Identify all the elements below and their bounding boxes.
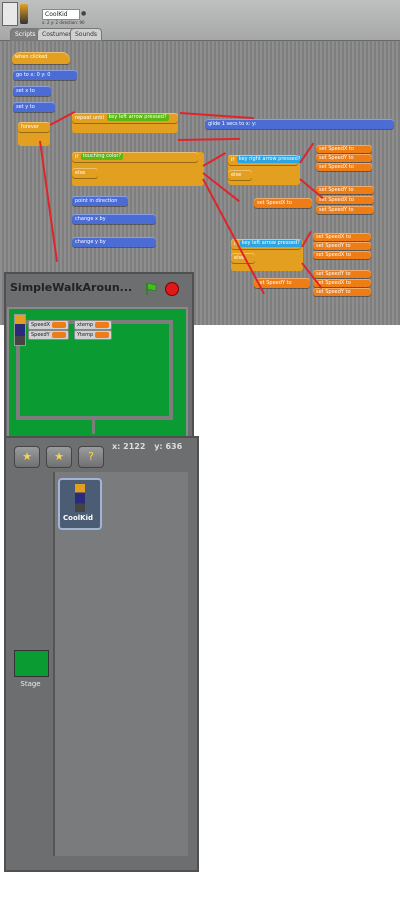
block-label: when clicked <box>15 54 48 60</box>
block-label: set SpeedY to <box>316 289 351 295</box>
else-label-2: else <box>228 170 252 180</box>
y-value: 636 <box>165 442 183 451</box>
set-variable-block-a[interactable]: set SpeedX to <box>254 198 312 208</box>
set-variable-block-9[interactable]: set SpeedX to <box>313 251 371 259</box>
block-label: set SpeedX to <box>319 197 354 203</box>
when-flag-clicked-block[interactable]: when clicked <box>12 52 70 64</box>
watcher-value <box>95 321 110 328</box>
block-label: change y by <box>75 239 106 245</box>
block-label: set SpeedX to <box>257 200 292 206</box>
sprite-info: x: 2 y: 2 direction: 90 <box>42 20 85 25</box>
set-variable-block-b[interactable]: set SpeedY to <box>254 278 310 288</box>
change-x-block[interactable]: change x by <box>72 214 156 224</box>
watcher-value <box>51 331 66 338</box>
set-variable-block-10[interactable]: set SpeedY to <box>313 270 371 278</box>
watcher-label: SpeedX <box>31 322 51 328</box>
block-label: if <box>75 154 79 160</box>
block-label: set SpeedX to <box>316 252 351 258</box>
set-variable-block-7[interactable]: set SpeedX to <box>313 233 371 241</box>
go-to-block[interactable]: go to x: 0 y: 0 <box>13 70 77 80</box>
repeat-until-label: repeat until key left arrow pressed? <box>72 113 178 123</box>
stage-thumbnail[interactable] <box>14 650 49 677</box>
block-label: set SpeedY to <box>319 187 354 193</box>
sensing-slot[interactable]: key right arrow pressed? <box>236 156 303 163</box>
watcher-label: Ytemp <box>77 332 94 338</box>
question-star-icon: ? <box>88 450 94 463</box>
set-variable-block-6[interactable]: set SpeedY to <box>316 206 374 214</box>
set-variable-block-3[interactable]: set SpeedX to <box>316 163 372 171</box>
sprite-thumbnail-small <box>2 2 18 26</box>
tab-sounds[interactable]: Sounds <box>70 28 103 41</box>
sprite-on-stage[interactable] <box>14 314 26 346</box>
block-label: set SpeedY to <box>316 243 351 249</box>
sprite-figure <box>75 484 85 512</box>
project-title: SimpleWalkAroun... <box>10 281 133 294</box>
sprite-icon <box>20 4 28 24</box>
watcher-speedy[interactable]: SpeedY <box>28 330 69 340</box>
set-variable-block-8[interactable]: set SpeedY to <box>313 242 371 250</box>
block-label: glide 1 secs to x: y: <box>208 121 257 127</box>
operator-slot[interactable]: touching color? <box>80 153 124 160</box>
glide-block[interactable]: glide 1 secs to x: y: <box>205 119 394 129</box>
block-label: repeat until <box>75 115 104 121</box>
sprite-name-field[interactable]: CoolKid <box>42 9 80 20</box>
block-label: set x to <box>16 88 35 94</box>
sensing-slot[interactable]: key left arrow pressed? <box>239 240 302 247</box>
condition-slot[interactable]: key left arrow pressed? <box>106 114 169 121</box>
forever-label: forever <box>18 122 50 132</box>
random-sprite-button[interactable]: ? <box>78 446 104 468</box>
block-label: set SpeedX to <box>316 234 351 240</box>
watcher-label: xtemp <box>77 322 94 328</box>
watcher-speedx[interactable]: SpeedX <box>28 320 70 330</box>
block-label: go to x: 0 y: 0 <box>16 72 51 78</box>
if-label-1: if touching color? <box>72 152 198 162</box>
sprite-header: CoolKid ● x: 2 y: 2 direction: 90 Script… <box>0 0 400 41</box>
change-y-block[interactable]: change y by <box>72 237 156 247</box>
block-label: set SpeedY to <box>316 271 351 277</box>
watcher-label: SpeedY <box>31 332 50 338</box>
set-variable-block-4[interactable]: set SpeedY to <box>316 186 374 194</box>
green-flag-icon[interactable] <box>144 281 158 295</box>
sprite-name-label: CoolKid <box>63 514 93 522</box>
watcher-value <box>95 331 110 338</box>
folder-star-icon: ★ <box>54 450 64 463</box>
block-label: set SpeedX to <box>319 164 354 170</box>
block-label: set SpeedX to <box>319 146 354 152</box>
block-label: set SpeedY to <box>319 155 354 161</box>
tab-scripts[interactable]: Scripts <box>10 28 41 41</box>
block-label: set SpeedY to <box>319 207 354 213</box>
paint-new-sprite-button[interactable]: ★ <box>14 446 40 468</box>
block-label: change x by <box>75 216 106 222</box>
watcher-ytemp[interactable]: Ytemp <box>74 330 113 340</box>
mouse-coordinates: x: 2122 y: 636 <box>112 442 182 451</box>
if-label-2: if key right arrow pressed? <box>228 155 303 165</box>
x-label: x: <box>112 442 121 451</box>
stop-icon[interactable] <box>165 282 179 296</box>
set-x-block[interactable]: set x to <box>13 86 51 96</box>
point-direction-block[interactable]: point in direction <box>72 196 128 206</box>
watcher-xtemp[interactable]: xtemp <box>74 320 113 330</box>
stage-label: Stage <box>20 680 41 688</box>
set-variable-block-5[interactable]: set SpeedX to <box>316 196 374 204</box>
lock-icon[interactable]: ● <box>81 10 86 17</box>
watcher-value <box>52 321 67 328</box>
y-label: y: <box>154 442 163 451</box>
block-label: if <box>231 157 235 163</box>
else-label-1: else <box>72 168 98 178</box>
block-label: point in direction <box>75 198 118 204</box>
set-variable-block-1[interactable]: set SpeedX to <box>316 145 372 153</box>
choose-sprite-file-button[interactable]: ★ <box>46 446 72 468</box>
track-connector <box>92 416 95 434</box>
paint-star-icon: ★ <box>22 450 32 463</box>
sprite-thumbnail[interactable] <box>58 478 102 530</box>
set-variable-block-2[interactable]: set SpeedY to <box>316 154 372 162</box>
set-variable-block-12[interactable]: set SpeedY to <box>313 288 371 296</box>
if-label-3: if key left arrow pressed? <box>231 239 302 249</box>
x-value: 2122 <box>123 442 146 451</box>
block-label: set SpeedY to <box>257 280 292 286</box>
block-label: set y to <box>16 104 35 110</box>
set-y-block[interactable]: set y to <box>13 102 55 112</box>
